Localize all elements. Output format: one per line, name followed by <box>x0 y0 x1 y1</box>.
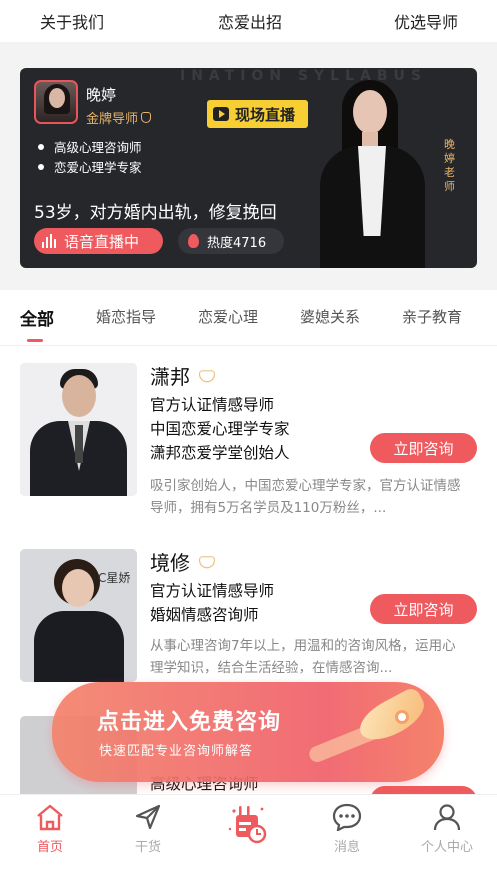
live-tag: 现场直播 <box>207 100 308 128</box>
nav-profile-label: 个人中心 <box>420 840 473 855</box>
heat-label: 热度4716 <box>207 235 267 251</box>
host-credential-label: 高级心理咨询师 <box>54 140 142 155</box>
nav-home-label: 首页 <box>36 840 63 855</box>
medal-icon <box>141 112 152 123</box>
teacher-tag: 晚婷老师 <box>444 138 455 193</box>
counselor-title: 官方认证情感导师 <box>150 582 275 600</box>
counselor-title: 中国恋爱心理学专家 <box>150 420 290 438</box>
send-icon <box>135 804 161 830</box>
live-banner[interactable]: INATION SYLLABUS 晚婷 金牌导师 高级心理咨询师 恋爱心理学专家… <box>20 68 477 268</box>
consult-button[interactable]: 立即咨询 <box>370 433 477 463</box>
consult-button[interactable]: 立即咨询 <box>370 786 477 794</box>
host-name: 晚婷 <box>86 86 117 104</box>
nav-top-mentors[interactable]: 优选导师 <box>394 9 458 33</box>
counselor-title: 潇邦恋爱学堂创始人 <box>150 444 290 462</box>
rocket-icon <box>306 685 437 765</box>
tab-in-law-relations[interactable]: 婆媳关系 <box>300 306 360 327</box>
tab-parenting[interactable]: 亲子教育 <box>402 306 462 327</box>
nav-about-us[interactable]: 关于我们 <box>40 9 104 33</box>
nav-messages-label: 消息 <box>333 840 360 855</box>
tab-all[interactable]: 全部 <box>20 305 54 330</box>
host-rank-label: 金牌导师 <box>86 112 139 127</box>
host-photo <box>320 80 425 268</box>
studio-logo: C星娇 <box>98 571 131 585</box>
tab-love-psychology[interactable]: 恋爱心理 <box>198 306 258 327</box>
nav-love-tips[interactable]: 恋爱出招 <box>218 9 282 33</box>
counselor-title: 婚姻情感咨询师 <box>150 606 259 624</box>
home-icon <box>37 804 63 831</box>
host-rank: 金牌导师 <box>86 108 152 127</box>
counselor-name: 境修 <box>150 551 190 575</box>
calendar-clock-icon <box>228 806 267 844</box>
nav-articles-label: 干货 <box>134 840 161 855</box>
bottom-nav: 首页 干货 消息 个人中心 <box>0 794 497 883</box>
host-credential: 恋爱心理学专家 <box>38 157 142 176</box>
free-consult-subtitle: 快速匹配专业咨询师解答 <box>99 744 254 759</box>
audio-bars-icon <box>42 234 56 248</box>
counselor-photo <box>20 363 137 496</box>
host-avatar <box>34 80 78 124</box>
consult-button[interactable]: 立即咨询 <box>370 594 477 624</box>
counselor-description: 从事心理咨询7年以上，用温和的咨询风格，运用心理学知识，结合生活经验，在情感咨询… <box>150 638 456 676</box>
counselor-name: 潇邦 <box>150 365 190 389</box>
active-tab-indicator <box>27 339 43 342</box>
voice-live-label: 语音直播中 <box>64 232 140 251</box>
diamond-icon <box>198 369 216 383</box>
category-tabs: 全部 婚恋指导 恋爱心理 婆媳关系 亲子教育 <box>0 290 497 346</box>
chat-icon <box>332 803 362 831</box>
free-consult-headline: 点击进入免费咨询 <box>97 710 282 735</box>
diamond-icon <box>198 555 216 569</box>
nav-articles[interactable]: 干货 <box>113 803 183 855</box>
nav-profile[interactable]: 个人中心 <box>412 803 482 855</box>
counselor-photo: C星娇 <box>20 549 137 682</box>
bullet-dot-icon <box>38 143 44 150</box>
free-consult-banner[interactable]: 点击进入免费咨询 快速匹配专业咨询师解答 <box>52 682 444 782</box>
banner-headline: 53岁，对方婚内出轨，修复挽回 <box>34 203 277 223</box>
nav-home[interactable]: 首页 <box>15 803 85 855</box>
nav-messages[interactable]: 消息 <box>312 803 382 855</box>
counselor-name-row: 潇邦 <box>150 361 216 390</box>
counselor-card[interactable]: 潇邦 官方认证情感导师 中国恋爱心理学专家 潇邦恋爱学堂创始人 立即咨询 吸引家… <box>0 347 497 533</box>
bullet-dot-icon <box>38 163 44 170</box>
live-tag-label: 现场直播 <box>235 105 296 124</box>
play-icon <box>213 107 229 121</box>
top-nav: 关于我们 恋爱出招 优选导师 <box>0 0 497 42</box>
host-credential-label: 恋爱心理学专家 <box>54 160 142 175</box>
tab-marriage-guidance[interactable]: 婚恋指导 <box>96 306 156 327</box>
counselor-description: 吸引家创始人，中国恋爱心理学专家，官方认证情感导师，拥有5万名学员及110万粉丝… <box>150 478 461 516</box>
counselor-name-row: 境修 <box>150 547 216 576</box>
heat-badge: 热度4716 <box>178 228 284 254</box>
user-icon <box>433 804 461 831</box>
counselor-title: 官方认证情感导师 <box>150 396 275 414</box>
nav-appointment[interactable] <box>213 803 283 847</box>
host-credential: 高级心理咨询师 <box>38 137 142 156</box>
voice-live-button[interactable]: 语音直播中 <box>34 228 163 254</box>
flame-icon <box>188 234 199 248</box>
